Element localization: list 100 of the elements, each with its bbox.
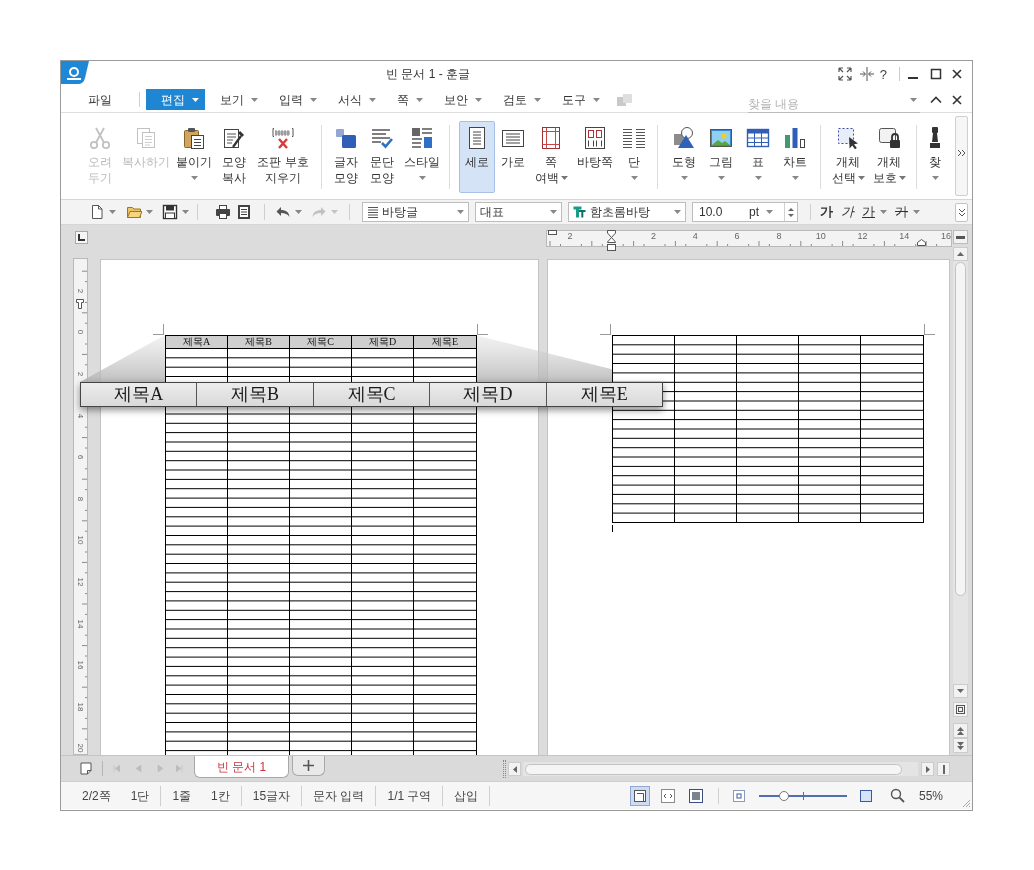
magnified-header-cell: 제목B: [197, 383, 314, 406]
status-text: 2/2쪽: [82, 787, 111, 805]
preview-button[interactable]: [236, 204, 252, 220]
splitter-grip[interactable]: [503, 760, 506, 778]
bold-button[interactable]: 가: [820, 202, 833, 222]
menu-item[interactable]: 검토: [488, 89, 547, 110]
ribbon-button[interactable]: 가로: [496, 121, 530, 193]
fullscreen-icon[interactable]: [836, 66, 853, 82]
underline-button[interactable]: 가: [862, 202, 887, 222]
window-title: 빈 문서 1 - 훈글: [386, 66, 470, 83]
split-view-button[interactable]: [952, 230, 968, 244]
resize-grip-icon[interactable]: [961, 798, 971, 808]
caret-icon: [550, 210, 557, 214]
save-button[interactable]: [162, 204, 189, 220]
scroll-right-button[interactable]: [921, 762, 934, 776]
ribbon-button[interactable]: 붙이기: [172, 121, 216, 193]
clipboard-icon: [182, 126, 206, 150]
font-size-value[interactable]: 10.0: [693, 203, 749, 221]
search-field[interactable]: 찾을 내용: [748, 95, 920, 113]
left-tab-icon: [78, 234, 85, 241]
caret-icon: [457, 210, 464, 214]
ribbon-button[interactable]: 도형: [666, 121, 702, 193]
new-tab-button[interactable]: [292, 756, 325, 776]
search-icon[interactable]: [889, 788, 905, 803]
ruler-number: 6: [734, 232, 740, 243]
t-marker-icon: [76, 299, 84, 309]
menu-item[interactable]: 보안: [429, 89, 488, 110]
strikethrough-button[interactable]: 가: [895, 202, 920, 222]
ribbon-button[interactable]: 글자 모양: [329, 121, 363, 193]
ribbon-button[interactable]: 그림: [703, 121, 739, 193]
ribbon-button[interactable]: 바탕쪽: [572, 121, 618, 193]
chevron-up-icon[interactable]: [930, 95, 942, 104]
scroll-end-button[interactable]: [937, 762, 950, 776]
document-tab[interactable]: 빈 문서 1: [194, 756, 289, 778]
up-arrow-icon: [788, 207, 794, 211]
ribbon-button[interactable]: 표: [740, 121, 776, 193]
ruler-number: 4: [692, 232, 698, 243]
tab-type-button[interactable]: [75, 231, 88, 244]
menu-item[interactable]: 파일: [88, 89, 112, 110]
spin-button[interactable]: [784, 203, 797, 221]
stacked-squares-icon: [334, 126, 358, 150]
scroll-up-button[interactable]: [952, 247, 968, 261]
picture-icon: [709, 126, 733, 150]
maximize-icon[interactable]: [930, 68, 942, 80]
zoom-out-icon[interactable]: [732, 789, 745, 802]
folder-icon: [126, 204, 142, 220]
ribbon-button[interactable]: 개체 보호: [869, 121, 909, 193]
bracket-cross-icon: [271, 126, 295, 150]
unit-dropdown[interactable]: pt: [749, 203, 773, 221]
text-layout-icon: [410, 126, 434, 150]
text-cursor: [612, 525, 613, 532]
ruler-number: 14: [76, 619, 85, 628]
ribbon-button[interactable]: 개체 선택: [828, 121, 868, 193]
down-arrow-icon: [788, 213, 794, 217]
menu-item[interactable]: 입력: [264, 89, 323, 110]
status-text: 1/1 구역: [387, 787, 432, 805]
view-mode-button[interactable]: [629, 785, 650, 806]
new-document-button[interactable]: [89, 204, 116, 220]
ribbon-button[interactable]: 세로: [459, 121, 495, 193]
slider-thumb[interactable]: [778, 790, 789, 801]
next-page-button[interactable]: [952, 738, 968, 753]
scroll-down-button[interactable]: [952, 684, 968, 698]
print-button[interactable]: [215, 204, 231, 220]
help-button[interactable]: ?: [879, 67, 887, 81]
ribbon-button[interactable]: 쪽 여백: [531, 121, 571, 193]
nested-squares-icon: [955, 705, 965, 714]
scrollbar-thumb[interactable]: [525, 763, 902, 775]
ruler-number: 2: [76, 288, 85, 293]
ribbon-button[interactable]: 모양 복사: [217, 121, 251, 193]
close-icon[interactable]: [951, 93, 963, 106]
scroll-left-button[interactable]: [508, 762, 521, 776]
paragraph-style-dropdown[interactable]: 바탕글: [362, 202, 469, 222]
scrollbar-thumb[interactable]: [954, 262, 966, 596]
menu-item[interactable]: 쪽: [382, 89, 429, 110]
outline-style-dropdown[interactable]: 대표: [475, 202, 562, 222]
font-type-icon: [573, 206, 586, 218]
magnified-header-cell: 제목C: [313, 383, 431, 406]
zoom-in-icon[interactable]: [859, 789, 872, 802]
note-icon[interactable]: [80, 762, 92, 775]
fit-width-icon: [660, 788, 675, 803]
menu-item[interactable]: 서식: [323, 89, 382, 110]
close-icon[interactable]: [951, 68, 963, 80]
ribbon-button[interactable]: 차트: [777, 121, 813, 193]
ribbon-button[interactable]: 조판 부호 지우기: [252, 121, 314, 193]
menu-item[interactable]: 보기: [205, 89, 264, 110]
open-button[interactable]: [126, 204, 153, 220]
ruler-number: 0: [76, 330, 85, 335]
document-icon: [236, 204, 252, 220]
ribbon-button[interactable]: 단: [619, 121, 649, 193]
menu-item[interactable]: 도구: [547, 89, 606, 110]
toolbar-expand-button[interactable]: [955, 202, 968, 222]
italic-button[interactable]: 가: [841, 202, 854, 222]
ribbon-button[interactable]: 스타일: [401, 121, 443, 193]
page-button[interactable]: [952, 702, 968, 717]
ribbon-button[interactable]: 문단 모양: [364, 121, 400, 193]
menu-item[interactable]: 편집: [146, 89, 205, 110]
previous-page-button[interactable]: [952, 723, 968, 738]
ribbon-button[interactable]: 찾: [922, 121, 948, 193]
font-dropdown[interactable]: 함초롬바탕: [568, 202, 686, 222]
ruler-number: 4: [76, 413, 85, 418]
